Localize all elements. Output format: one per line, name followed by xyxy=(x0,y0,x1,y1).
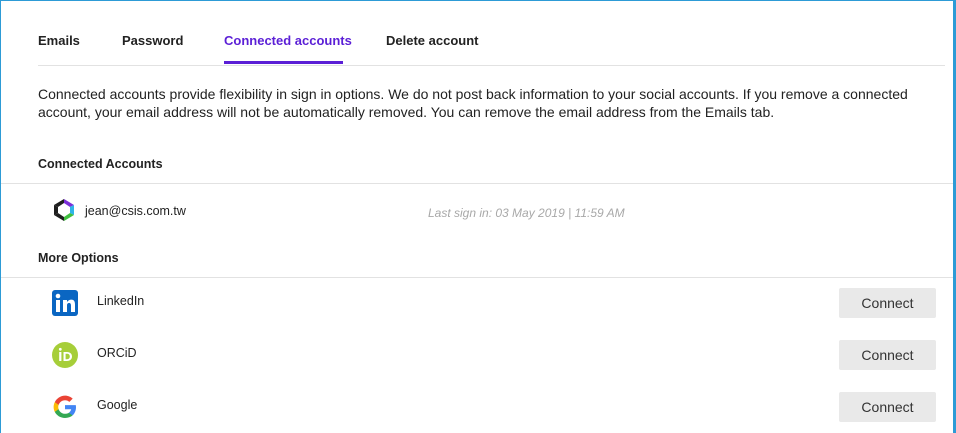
settings-panel: Emails Password Connected accounts Delet… xyxy=(0,0,954,433)
tab-bar: Emails Password Connected accounts Delet… xyxy=(38,1,945,66)
option-label-google: Google xyxy=(97,398,138,412)
clarivate-logo-icon xyxy=(54,199,74,221)
linkedin-icon xyxy=(52,290,78,316)
divider xyxy=(1,277,953,278)
description-text: Connected accounts provide flexibility i… xyxy=(38,86,908,120)
divider xyxy=(1,183,953,184)
google-icon xyxy=(53,395,76,418)
tab-password[interactable]: Password xyxy=(122,33,183,48)
orcid-icon xyxy=(52,342,78,368)
active-tab-indicator xyxy=(224,61,343,64)
last-sign-in-text: Last sign in: 03 May 2019 | 11:59 AM xyxy=(428,206,625,220)
connect-orcid-button[interactable]: Connect xyxy=(839,340,936,370)
tab-emails[interactable]: Emails xyxy=(38,33,80,48)
connect-google-button[interactable]: Connect xyxy=(839,392,936,422)
tab-delete-account[interactable]: Delete account xyxy=(386,33,478,48)
connect-linkedin-button[interactable]: Connect xyxy=(839,288,936,318)
connected-account-email: jean@csis.com.tw xyxy=(85,204,186,218)
connected-accounts-heading: Connected Accounts xyxy=(38,157,163,171)
more-options-heading: More Options xyxy=(38,251,119,265)
tab-connected-accounts[interactable]: Connected accounts xyxy=(224,33,352,48)
option-label-linkedin: LinkedIn xyxy=(97,294,145,308)
option-label-orcid: ORCiD xyxy=(97,346,137,360)
